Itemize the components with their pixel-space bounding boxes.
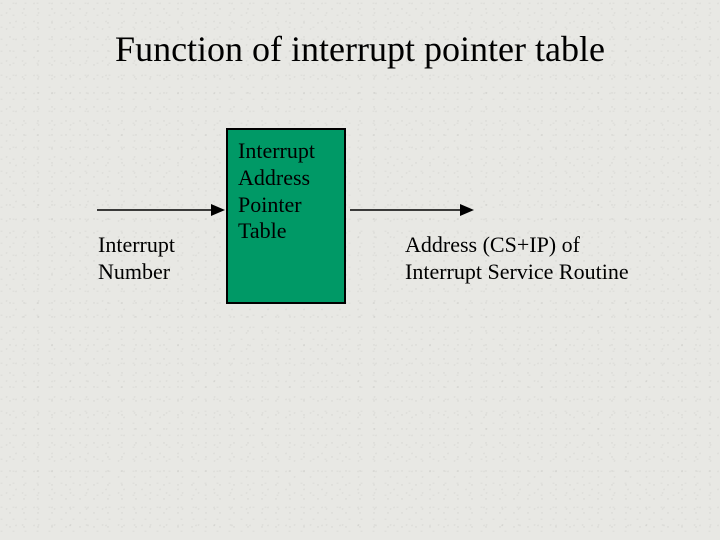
box-line3: Pointer (238, 192, 334, 219)
left-label-line2: Number (98, 259, 175, 286)
right-label-line2: Interrupt Service Routine (405, 259, 629, 286)
right-label: Address (CS+IP) of Interrupt Service Rou… (405, 232, 629, 286)
box-line1: Interrupt (238, 138, 334, 165)
left-label-line1: Interrupt (98, 232, 175, 259)
slide-title: Function of interrupt pointer table (0, 28, 720, 70)
arrow-box-to-right (348, 200, 476, 220)
box-line4: Table (238, 218, 334, 245)
arrow-left-to-box (95, 200, 227, 220)
box-line2: Address (238, 165, 334, 192)
left-label: Interrupt Number (98, 232, 175, 286)
interrupt-pointer-table-box: Interrupt Address Pointer Table (226, 128, 346, 304)
right-label-line1: Address (CS+IP) of (405, 232, 629, 259)
